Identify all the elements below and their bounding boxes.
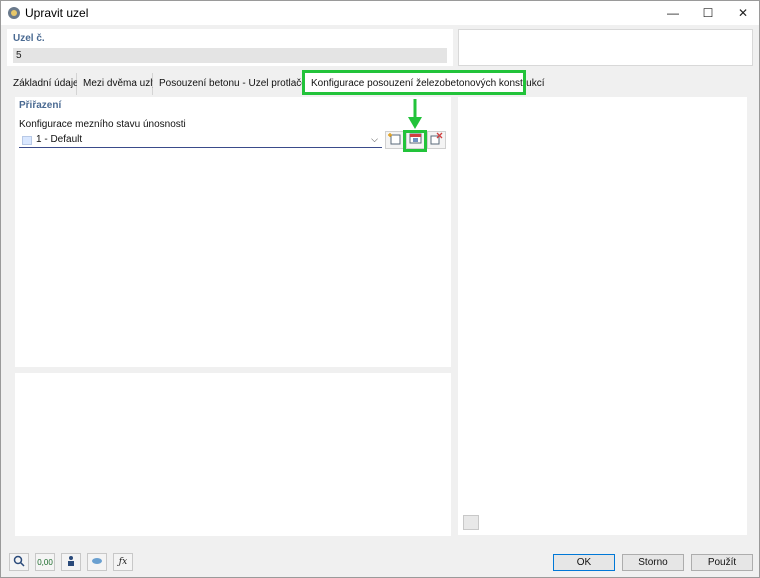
preview-panel [458,97,747,535]
node-number-field: 5 [13,48,447,63]
ok-button[interactable]: OK [553,554,615,571]
search-icon [13,555,25,569]
uls-config-label: Konfigurace mezního stavu únosnosti [19,119,186,130]
hat-button[interactable] [87,553,107,571]
chevron-down-icon[interactable]: ⌵ [371,134,378,145]
button-highlight-box [403,130,427,152]
units-icon: 0,00 [37,557,53,567]
tab-between-nodes[interactable]: Mezi dvěma uzly [77,73,157,95]
dialog-window: Upravit uzel — ☐ ✕ Uzel č. 5 Základní úd… [0,0,760,578]
select-from-model-icon [430,132,443,148]
new-config-button[interactable] [385,131,404,149]
maximize-button[interactable]: ☐ [690,1,726,25]
uls-config-value: 1 - Default [36,134,83,145]
search-button[interactable] [9,553,29,571]
units-button[interactable]: 0,00 [35,553,55,571]
apply-button[interactable]: Použít [691,554,753,571]
app-icon [7,6,21,20]
title-bar: Upravit uzel — ☐ ✕ [1,1,759,25]
close-button[interactable]: ✕ [725,1,760,25]
minimize-button[interactable]: — [655,1,691,25]
details-panel [15,373,451,536]
function-button[interactable]: ƒx [113,553,133,571]
select-config-button[interactable] [427,131,446,149]
new-config-icon [388,132,401,148]
assignment-panel: Přiřazení Konfigurace mezního stavu únos… [15,97,451,367]
user-icon [65,555,77,569]
tab-punching[interactable]: Posouzení betonu - Uzel protlačení [153,73,315,95]
hat-icon [91,555,103,569]
cancel-button[interactable]: Storno [622,554,684,571]
preview-header-panel [458,29,753,66]
node-number-panel: Uzel č. 5 [7,29,453,66]
function-icon: ƒx [118,557,128,567]
tab-basic[interactable]: Základní údaje [7,73,79,95]
user-button[interactable] [61,553,81,571]
uls-config-dropdown[interactable]: 1 - Default ⌵ [19,133,382,148]
highlight-arrow [408,99,422,129]
config-color-swatch [22,136,32,145]
node-number-label: Uzel č. [13,33,45,44]
window-title: Upravit uzel [25,6,89,20]
tab-highlight-box [302,70,526,95]
preview-settings-button[interactable] [463,515,479,530]
assignment-section-label: Přiřazení [19,100,62,111]
